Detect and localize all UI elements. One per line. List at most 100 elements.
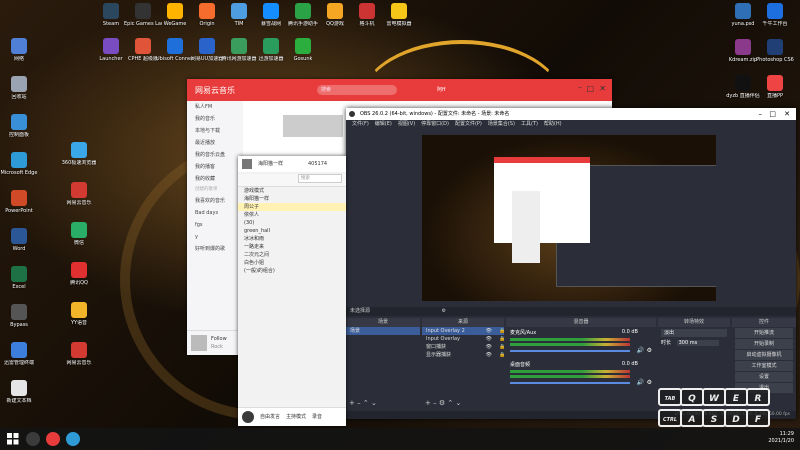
qq-channel-item[interactable]: 二次元之间 (238, 251, 346, 259)
windows-start-icon[interactable] (6, 432, 20, 446)
desktop_right-desktop-icon[interactable]: Photoshop CS6 (756, 39, 794, 63)
gear-icon[interactable]: ⚙ (647, 379, 652, 386)
close-icon[interactable]: ✕ (784, 108, 790, 120)
source-item[interactable]: 窗口捕获 👁 🔒 (422, 343, 506, 351)
netease-search-input[interactable]: 搜索 (317, 85, 397, 95)
speaker-icon[interactable]: 🔊 (637, 347, 644, 354)
netease-playlist-item[interactable]: 好听到爆的歌 (187, 243, 243, 255)
desktop_right-desktop-icon[interactable]: 千牛工作台 (756, 3, 794, 27)
qq-channel-item[interactable]: green_hall (238, 227, 346, 235)
eye-icon[interactable]: 👁 (486, 327, 492, 335)
source-item[interactable]: Input Overlay 👁 🔒 (422, 335, 506, 343)
obs-control-button[interactable]: 启动虚拟摄像机 (735, 350, 793, 360)
qq-channel-item[interactable]: (一般)的组合) (238, 267, 346, 275)
desktop_col2-desktop-icon[interactable]: 网易云音乐 (60, 182, 98, 206)
lock-icon[interactable]: 🔒 (499, 335, 505, 343)
desktop_left-desktop-icon[interactable]: Word (0, 228, 38, 252)
desktop_left-desktop-icon[interactable]: Bypass (0, 304, 38, 328)
speaker-icon[interactable]: 🔊 (637, 379, 644, 386)
desktop_left-desktop-icon[interactable]: PowerPoint (0, 190, 38, 214)
qq-user-avatar[interactable] (242, 411, 254, 423)
obs-taskbar-icon[interactable] (26, 432, 40, 446)
lock-icon[interactable]: 🔒 (499, 343, 505, 351)
chevron-down-icon[interactable]: ⌄ (371, 399, 377, 407)
netease-playlist-item[interactable]: y (187, 231, 243, 243)
add-icon[interactable]: + (425, 399, 431, 407)
volume-slider[interactable] (510, 350, 630, 352)
netease-sidebar-item[interactable]: 我的收藏 (187, 173, 243, 185)
obs-menu-item[interactable]: 视图(V) (398, 121, 415, 127)
netease-sidebar-item[interactable]: 本地与下载 (187, 125, 243, 137)
desktop_left-desktop-icon[interactable]: 控制面板 (0, 114, 38, 138)
netease-taskbar-icon[interactable] (46, 432, 60, 446)
source-item[interactable]: Input Overlay 2 👁 🔒 (422, 327, 506, 335)
desktop_left-desktop-icon[interactable]: 网络 (0, 38, 38, 62)
obs-menu-item[interactable]: 停靠窗口(D) (421, 121, 449, 127)
qq-footer-tab[interactable]: 主持模式 (286, 414, 306, 420)
maximize-icon[interactable]: □ (586, 84, 594, 93)
netease-sidebar-item[interactable]: 我的音乐云盘 (187, 149, 243, 161)
eye-icon[interactable]: 👁 (486, 343, 492, 351)
qq-channel-item[interactable]: 一路走来 (238, 243, 346, 251)
chevron-up-icon[interactable]: ⌃ (447, 399, 453, 407)
minimize-icon[interactable]: – (578, 83, 582, 92)
netease-sidebar-item[interactable]: 我的音乐 (187, 113, 243, 125)
desktop_left-desktop-icon[interactable]: 回收站 (0, 76, 38, 100)
eye-icon[interactable]: 👁 (486, 351, 492, 359)
netease-sidebar-item[interactable]: 我的播客 (187, 161, 243, 173)
desktop_left-desktop-icon[interactable]: Microsoft Edge (0, 152, 38, 176)
remove-icon[interactable]: – (433, 399, 437, 407)
desktop_col2-desktop-icon[interactable]: YY语音 (60, 302, 98, 326)
transition-type-select[interactable]: 淡出 (661, 329, 727, 337)
volume-slider[interactable] (510, 382, 630, 384)
lock-icon[interactable]: 🔒 (499, 327, 505, 335)
qq-channel-item[interactable]: 游戏模式 (238, 187, 346, 195)
transition-duration-input[interactable]: 300 ms (676, 340, 719, 346)
qq-channel-item[interactable]: 白色小姐 (238, 259, 346, 267)
desktop_right-desktop-icon[interactable]: 直播PP (756, 75, 794, 99)
chevron-down-icon[interactable]: ⌄ (455, 399, 461, 407)
lock-icon[interactable]: 🔒 (499, 351, 505, 359)
desktop_top-desktop-icon[interactable]: 雷电模拟器 (380, 3, 418, 27)
obs-control-button[interactable]: 开始推流 (735, 328, 793, 338)
obs-menu-item[interactable]: 帮助(H) (544, 121, 562, 127)
qq-channel-item[interactable]: (30) (238, 219, 346, 227)
netease-playlist-item[interactable]: fgs (187, 219, 243, 231)
obs-menu-item[interactable]: 编辑(E) (375, 121, 392, 127)
desktop_col2-desktop-icon[interactable]: 腾讯QQ (60, 262, 98, 286)
desktop_col2-desktop-icon[interactable]: 360极速浏览器 (60, 142, 98, 166)
desktop_row2-desktop-icon[interactable]: Gosunk (284, 38, 322, 62)
qq-channel-item[interactable]: 周公子 (238, 203, 346, 211)
tray-clock[interactable]: 11:29 2021/1/20 (768, 431, 794, 445)
maximize-icon[interactable]: □ (769, 108, 776, 120)
add-icon[interactable]: + (349, 399, 355, 407)
close-icon[interactable]: ✕ (599, 84, 606, 93)
desktop_left-desktop-icon[interactable]: Excel (0, 266, 38, 290)
obs-control-button[interactable]: 开始录制 (735, 339, 793, 349)
desktop_left-desktop-icon[interactable]: 新建文本档 (0, 380, 38, 404)
qq-channel-item[interactable]: 冰冰和雨 (238, 235, 346, 243)
netease-sidebar-item[interactable]: 最近播放 (187, 137, 243, 149)
obs-menu-item[interactable]: 场景集合(S) (488, 121, 515, 127)
properties-icon[interactable]: ⚙ (442, 308, 446, 314)
netease-now-playing[interactable]: Follow Rock (187, 330, 243, 355)
desktop_col2-desktop-icon[interactable]: 网易云音乐 (60, 342, 98, 366)
obs-control-button[interactable]: 设置 (735, 372, 793, 382)
browser-taskbar-icon[interactable] (66, 432, 80, 446)
netease-banner[interactable] (283, 115, 343, 137)
qq-footer-tab[interactable]: 录音 (312, 414, 322, 420)
obs-menu-item[interactable]: 文件(F) (352, 121, 369, 127)
chevron-up-icon[interactable]: ⌃ (363, 399, 369, 407)
eye-icon[interactable]: 👁 (486, 335, 492, 343)
netease-username[interactable]: 阿ff (437, 86, 445, 93)
netease-playlist-item[interactable]: 我喜欢的音乐 (187, 195, 243, 207)
qq-search-input[interactable]: 搜索 (298, 174, 342, 183)
obs-menu-item[interactable]: 工具(T) (521, 121, 538, 127)
gear-icon[interactable]: ⚙ (439, 399, 445, 407)
desktop_left-desktop-icon[interactable]: 迅雷管理终端 (0, 342, 38, 366)
remove-icon[interactable]: – (357, 399, 361, 407)
obs-control-button[interactable]: 工作室模式 (735, 361, 793, 371)
minimize-icon[interactable]: – (759, 108, 763, 120)
scene-item[interactable]: 场景 (346, 327, 420, 335)
qq-channel-item[interactable]: 海阳猫一样 (238, 195, 346, 203)
